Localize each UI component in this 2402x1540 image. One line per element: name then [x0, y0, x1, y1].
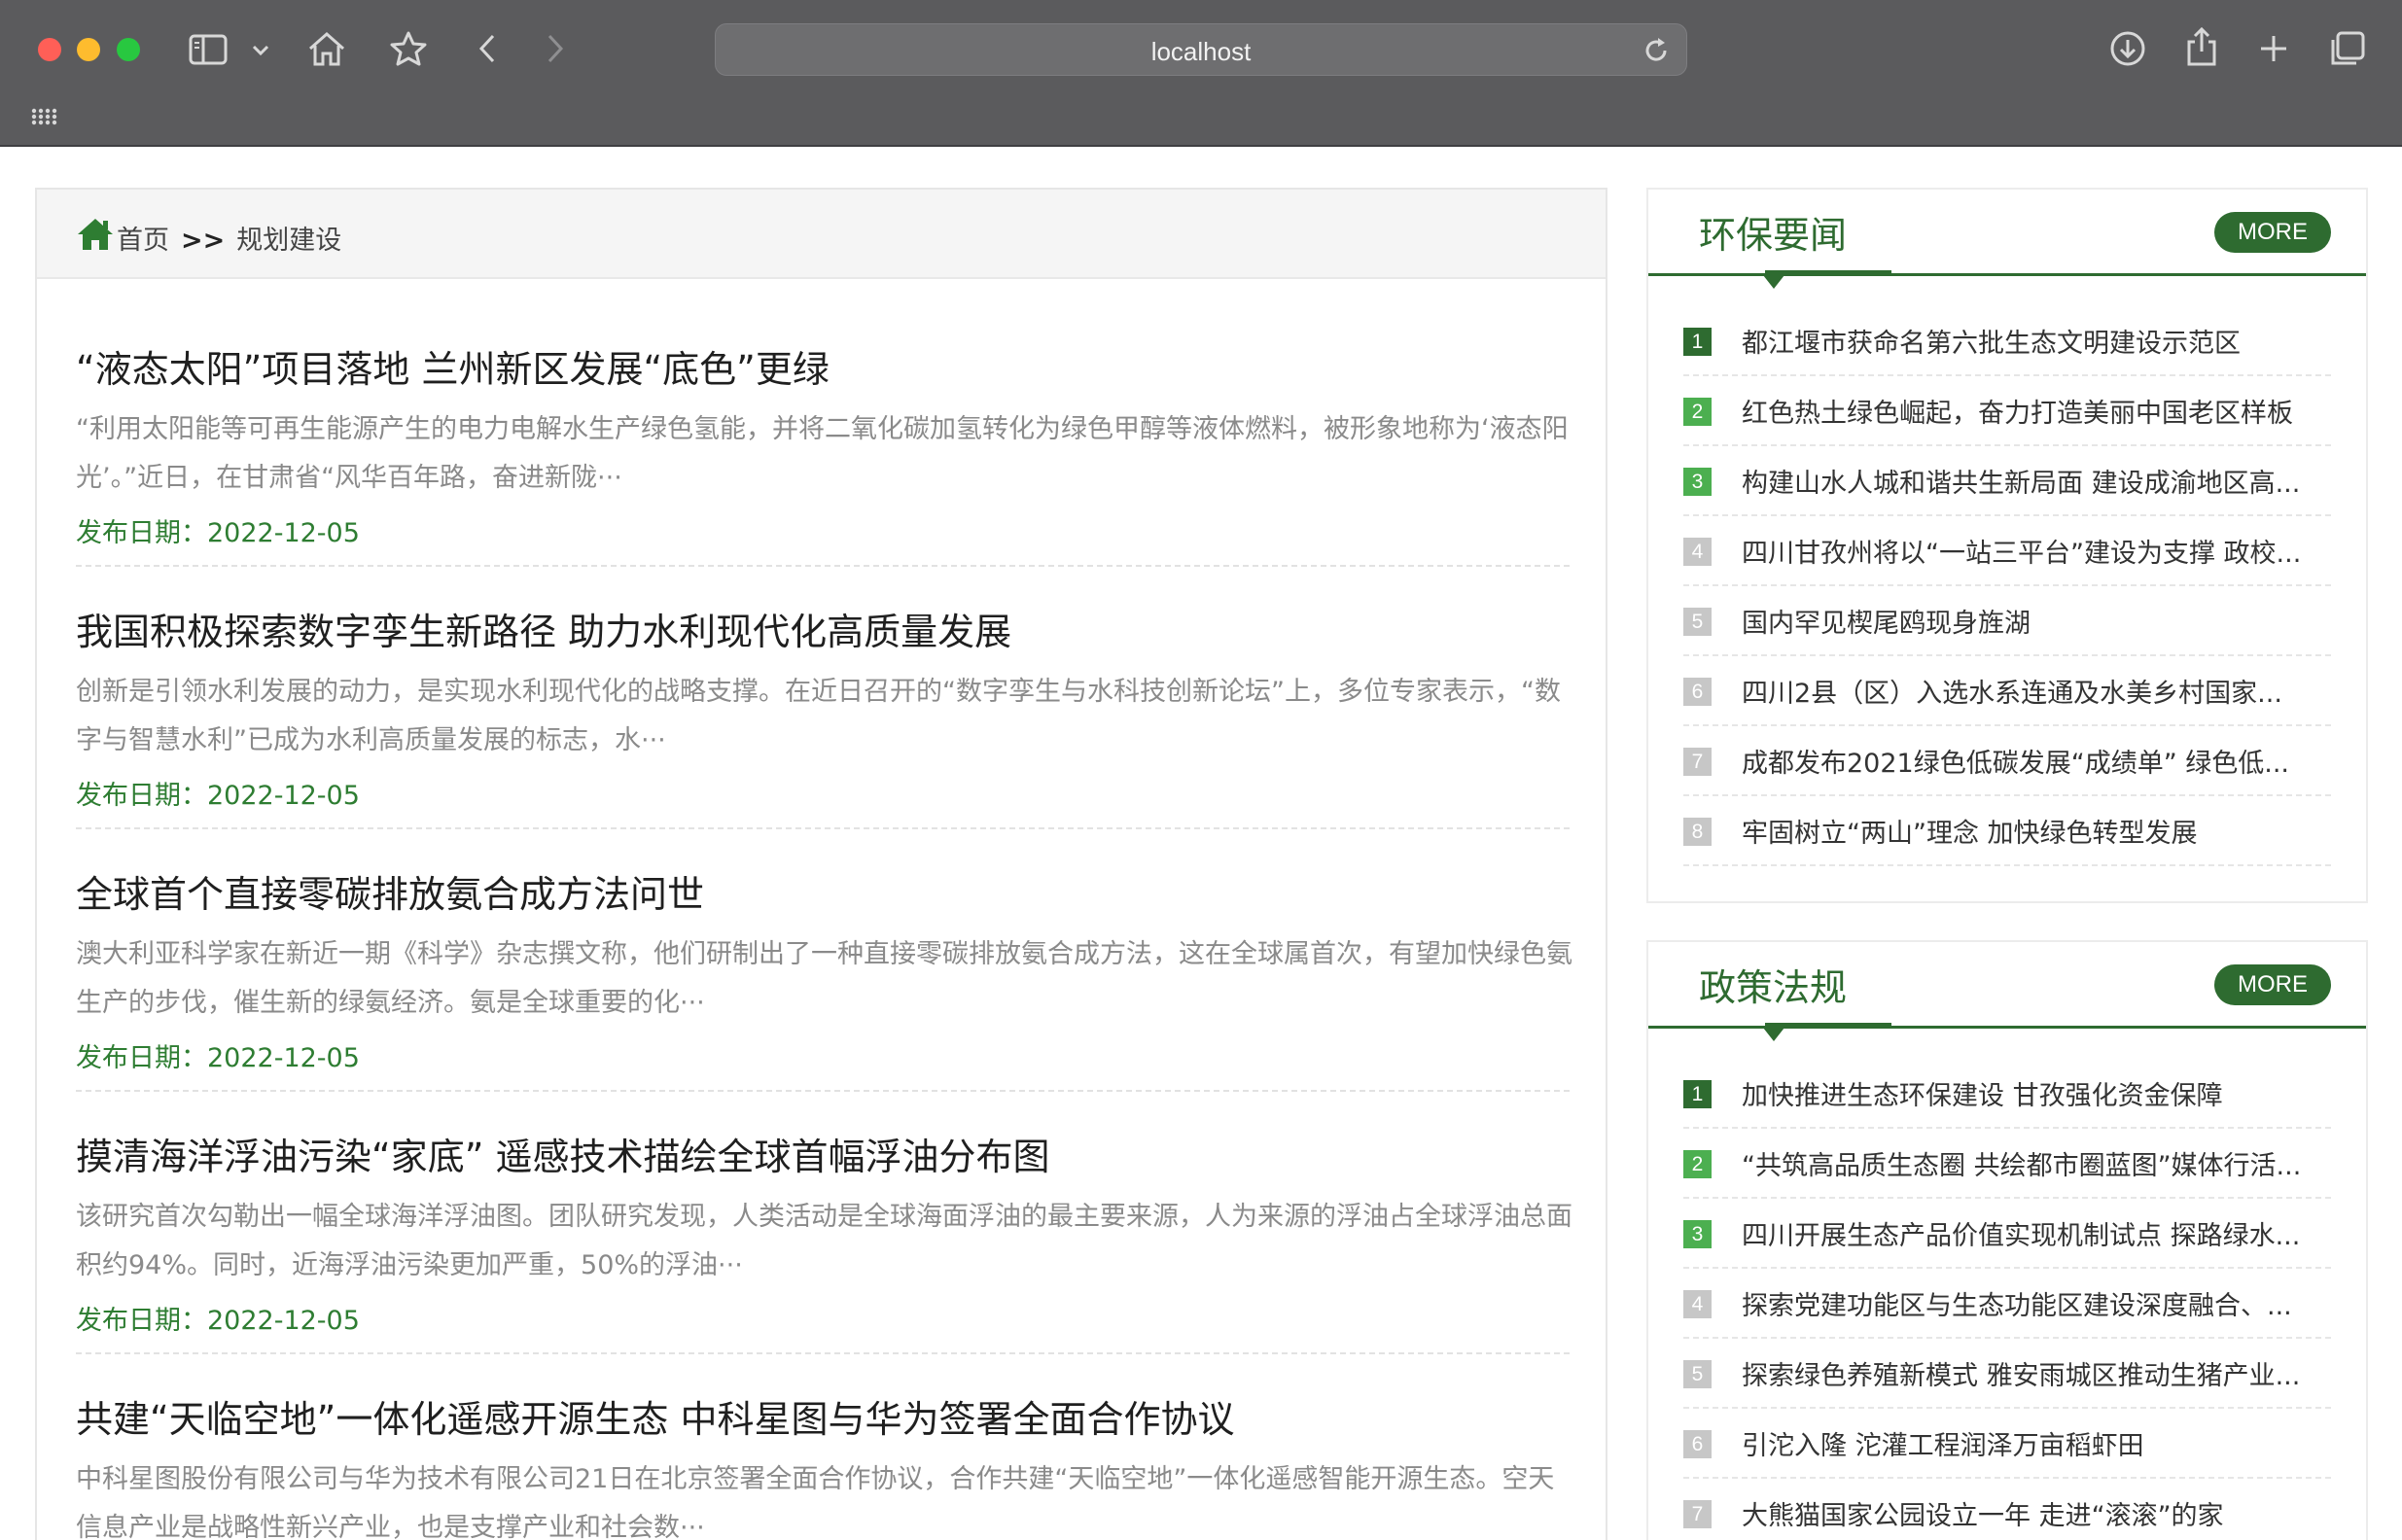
article-date: 发布日期：2022-12-05 [76, 1043, 360, 1073]
rank-badge: 6 [1683, 1430, 1712, 1458]
home-icon[interactable] [76, 217, 115, 252]
policy-list-item[interactable]: 5 探索绿色养殖新模式 雅安雨城区推动生猪产业... [1683, 1339, 2331, 1409]
close-window-button[interactable] [38, 38, 61, 61]
article-date: 发布日期：2022-12-05 [76, 1306, 360, 1336]
minimize-window-button[interactable] [77, 38, 100, 61]
policy-list-item[interactable]: 1 加快推进生态环保建设 甘孜强化资金保障 [1683, 1059, 2331, 1129]
news-list-item[interactable]: 7 成都发布2021绿色低碳发展“成绩单” 绿色低... [1683, 726, 2331, 796]
article-title[interactable]: “液态太阳”项目落地 兰州新区发展“底色”更绿 [76, 339, 830, 393]
rank-badge: 7 [1683, 748, 1712, 776]
reload-icon[interactable] [1642, 36, 1671, 65]
divider [1648, 273, 2366, 276]
policy-list-item[interactable]: 7 大熊猫国家公园设立一年 走进“滚滚”的家 [1683, 1479, 2331, 1540]
home-icon[interactable] [305, 29, 348, 68]
zoom-window-button[interactable] [117, 38, 140, 61]
rank-badge: 7 [1683, 1500, 1712, 1528]
article-summary: 该研究首次勾勒出一幅全球海洋浮油图。团队研究发现，人类活动是全球海面浮油的最主要… [76, 1202, 1572, 1280]
policy-link[interactable]: 探索党建功能区与生态功能区建设深度融合、... [1742, 1284, 2327, 1322]
article-title[interactable]: 共建“天临空地”一体化遥感开源生态 中科星图与华为签署全面合作协议 [76, 1389, 1234, 1443]
share-icon[interactable] [2182, 25, 2221, 68]
policy-link[interactable]: 加快推进生态环保建设 甘孜强化资金保障 [1742, 1074, 2327, 1112]
address-bar[interactable]: localhost [715, 23, 1687, 76]
news-link[interactable]: 成都发布2021绿色低碳发展“成绩单” 绿色低... [1742, 742, 2327, 780]
rank-badge: 4 [1683, 1290, 1712, 1318]
breadcrumb-path: 首页 >> 规划建设 [117, 219, 341, 257]
article-item[interactable]: 共建“天临空地”一体化遥感开源生态 中科星图与华为签署全面合作协议 中科星图股份… [76, 1389, 1570, 1540]
rank-badge: 5 [1683, 608, 1712, 636]
breadcrumb-home-link[interactable]: 首页 [117, 226, 169, 256]
news-list-item[interactable]: 6 四川2县（区）入选水系连通及水美乡村国家... [1683, 656, 2331, 726]
rank-badge: 4 [1683, 538, 1712, 566]
browser-toolbar: localhost [0, 0, 2402, 147]
rank-badge: 2 [1683, 398, 1712, 426]
article-list-panel: 首页 >> 规划建设 “液态太阳”项目落地 兰州新区发展“底色”更绿 “利用太阳能等… [35, 188, 1607, 1540]
news-list-item[interactable]: 4 四川甘孜州将以“一站三平台”建设为支撑 政校... [1683, 516, 2331, 586]
article-item[interactable]: 摸清海洋浮油污染“家底” 遥感技术描绘全球首幅浮油分布图 该研究首次勾勒出一幅全… [76, 1127, 1572, 1354]
policy-link[interactable]: 探索绿色养殖新模式 雅安雨城区推动生猪产业... [1742, 1354, 2327, 1392]
divider [1648, 1026, 2366, 1029]
policy-link[interactable]: 大熊猫国家公园设立一年 走进“滚滚”的家 [1742, 1494, 2327, 1532]
policy-link[interactable]: 四川开展生态产品价值实现机制试点 探路绿水... [1742, 1214, 2327, 1252]
sidebar-icon[interactable] [187, 31, 230, 68]
breadcrumb-separator: >> [181, 226, 226, 256]
rank-badge: 1 [1683, 1080, 1712, 1108]
news-link[interactable]: 牢固树立“两山”理念 加快绿色转型发展 [1742, 812, 2327, 850]
article-item[interactable]: 全球首个直接零碳排放氨合成方法问世 澳大利亚科学家在新近一期《科学》杂志撰文称，… [76, 864, 1572, 1092]
url-text: localhost [1150, 37, 1252, 66]
article-date: 发布日期：2022-12-05 [76, 518, 360, 548]
chevron-left-icon[interactable] [473, 31, 502, 66]
chevron-down-icon[interactable] [249, 39, 272, 62]
article-date: 发布日期：2022-12-05 [76, 781, 360, 811]
article-title[interactable]: 我国积极探索数字孪生新路径 助力水利现代化高质量发展 [76, 602, 1011, 655]
article-item[interactable]: 我国积极探索数字孪生新路径 助力水利现代化高质量发展 创新是引领水利发展的动力，… [76, 602, 1570, 829]
rank-badge: 3 [1683, 468, 1712, 496]
article-item[interactable]: “液态太阳”项目落地 兰州新区发展“底色”更绿 “利用太阳能等可再生能源产生的电… [76, 339, 1570, 567]
news-box: 环保要闻 MORE 1 都江堰市获命名第六批生态文明建设示范区 2 红色热土绿色崛起… [1646, 188, 2368, 903]
rank-badge: 1 [1683, 328, 1712, 356]
news-link[interactable]: 红色热土绿色崛起，奋力打造美丽中国老区样板 [1742, 392, 2327, 430]
news-more-button[interactable]: MORE [2214, 212, 2331, 253]
policy-list-item[interactable]: 6 引沱入隆 沱灌工程润泽万亩稻虾田 [1683, 1409, 2331, 1479]
article-summary: 创新是引领水利发展的动力，是实现水利现代化的战略支撑。在近日召开的“数字孪生与水… [76, 677, 1561, 755]
news-link[interactable]: 都江堰市获命名第六批生态文明建设示范区 [1742, 322, 2327, 360]
rank-badge: 3 [1683, 1220, 1712, 1248]
policy-box-title: 政策法规 [1699, 966, 1848, 1009]
article-summary: 澳大利亚科学家在新近一期《科学》杂志撰文称，他们研制出了一种直接零碳排放氨合成方… [76, 939, 1572, 1018]
plus-icon[interactable] [2256, 31, 2291, 66]
rank-badge: 5 [1683, 1360, 1712, 1388]
rank-badge: 8 [1683, 818, 1712, 846]
article-title[interactable]: 摸清海洋浮油污染“家底” 遥感技术描绘全球首幅浮油分布图 [76, 1127, 1049, 1180]
news-list-item[interactable]: 1 都江堰市获命名第六批生态文明建设示范区 [1683, 306, 2331, 376]
news-box-title: 环保要闻 [1699, 214, 1848, 257]
breadcrumb-current[interactable]: 规划建设 [236, 226, 341, 256]
triangle-marker-icon [1763, 1028, 1784, 1041]
star-icon[interactable] [387, 29, 430, 68]
news-list-item[interactable]: 8 牢固树立“两山”理念 加快绿色转型发展 [1683, 796, 2331, 866]
article-title[interactable]: 全球首个直接零碳排放氨合成方法问世 [76, 864, 704, 918]
rank-badge: 6 [1683, 678, 1712, 706]
news-link[interactable]: 四川甘孜州将以“一站三平台”建设为支撑 政校... [1742, 532, 2327, 570]
policy-list-item[interactable]: 2 “共筑高品质生态圈 共绘都市圈蓝图”媒体行活... [1683, 1129, 2331, 1199]
news-list-item[interactable]: 5 国内罕见楔尾鸥现身旌湖 [1683, 586, 2331, 656]
chevron-right-icon[interactable] [541, 31, 570, 66]
news-link[interactable]: 国内罕见楔尾鸥现身旌湖 [1742, 602, 2327, 640]
policy-box: 政策法规 MORE 1 加快推进生态环保建设 甘孜强化资金保障 2 “共筑高品质生态… [1646, 940, 2368, 1540]
tabs-overview-icon[interactable] [2328, 29, 2367, 68]
triangle-marker-icon [1763, 275, 1784, 289]
policy-list-item[interactable]: 4 探索党建功能区与生态功能区建设深度融合、... [1683, 1269, 2331, 1339]
policy-list-item[interactable]: 3 四川开展生态产品价值实现机制试点 探路绿水... [1683, 1199, 2331, 1269]
policy-link[interactable]: “共筑高品质生态圈 共绘都市圈蓝图”媒体行活... [1742, 1144, 2327, 1182]
news-link[interactable]: 四川2县（区）入选水系连通及水美乡村国家... [1742, 672, 2327, 710]
rank-badge: 2 [1683, 1150, 1712, 1178]
news-list-item[interactable]: 2 红色热土绿色崛起，奋力打造美丽中国老区样板 [1683, 376, 2331, 446]
news-list-item[interactable]: 3 构建山水人城和谐共生新局面 建设成渝地区高... [1683, 446, 2331, 516]
grid-icon[interactable] [29, 105, 58, 128]
policy-link[interactable]: 引沱入隆 沱灌工程润泽万亩稻虾田 [1742, 1424, 2327, 1462]
breadcrumb: 首页 >> 规划建设 [37, 190, 1606, 279]
news-link[interactable]: 构建山水人城和谐共生新局面 建设成渝地区高... [1742, 462, 2327, 500]
article-summary: 中科星图股份有限公司与华为技术有限公司21日在北京签署全面合作协议，合作共建“天… [76, 1464, 1555, 1540]
download-icon[interactable] [2108, 29, 2147, 68]
article-summary: “利用太阳能等可再生能源产生的电力电解水生产绿色氢能，并将二氧化碳加氢转化为绿色… [76, 414, 1569, 493]
policy-more-button[interactable]: MORE [2214, 964, 2331, 1005]
